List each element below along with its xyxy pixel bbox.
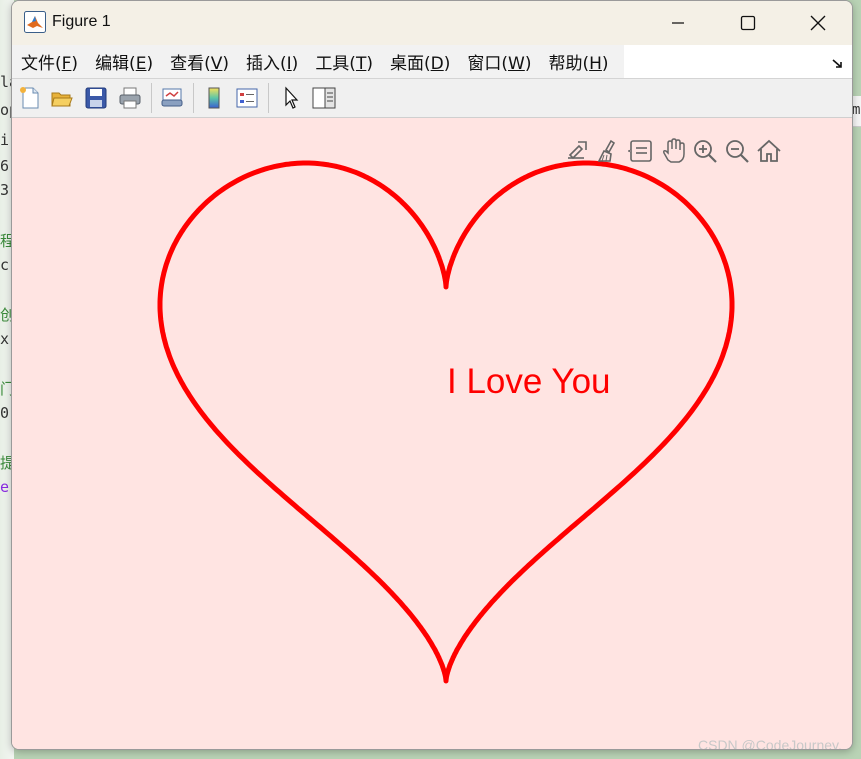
bg-text: m [852, 102, 861, 118]
window-title: Figure 1 [52, 13, 111, 30]
brush-icon[interactable] [594, 136, 624, 166]
link-plot-icon[interactable] [158, 84, 186, 112]
bg-text: e [0, 478, 10, 496]
matlab-logo-icon [24, 11, 46, 33]
colorbar-icon[interactable] [200, 84, 228, 112]
bg-text: 0 [0, 404, 10, 422]
toolbar-separator [151, 83, 152, 113]
menu-item-d[interactable]: 桌面(D) [381, 49, 458, 74]
bg-text: i [0, 131, 10, 149]
menu-item-w[interactable]: 窗口(W) [458, 49, 539, 74]
edit-plot-icon[interactable] [277, 84, 305, 112]
menu-list: 文件(F) 编辑(E) 查看(V) 插入(I) 工具(T) 桌面(D) 窗口(W) 帮助(H) [12, 45, 624, 78]
legend-icon[interactable] [233, 84, 261, 112]
property-inspector-icon[interactable] [310, 84, 338, 112]
export-icon[interactable] [562, 136, 592, 166]
watermark-text: CSDN @CodeJourney. [698, 737, 842, 750]
minimize-icon [672, 22, 684, 24]
title-bar[interactable]: Figure 1 [12, 1, 852, 45]
bg-text: x [0, 330, 10, 348]
zoom-in-icon[interactable] [690, 136, 720, 166]
menu-item-f[interactable]: 文件(F) [12, 49, 86, 74]
open-file-icon[interactable] [48, 84, 76, 112]
close-icon [810, 15, 826, 31]
heart-curve [157, 160, 735, 684]
plot-annotation-text: I Love You [447, 362, 611, 401]
menu-item-i[interactable]: 插入(I) [237, 49, 306, 74]
menu-bar: 文件(F) 编辑(E) 查看(V) 插入(I) 工具(T) 桌面(D) 窗口(W) 帮助(H) [12, 45, 852, 79]
axes-toolbar [562, 136, 784, 166]
maximize-icon [740, 15, 756, 31]
bg-text: 6 [0, 157, 10, 175]
new-figure-icon[interactable] [16, 84, 44, 112]
menu-item-t[interactable]: 工具(T) [306, 49, 381, 74]
minimize-button[interactable] [643, 1, 713, 45]
toolbar-separator [268, 83, 269, 113]
bg-text: 3 [0, 181, 10, 199]
figure-canvas[interactable]: I Love You CSDN @CodeJourney. [12, 118, 852, 749]
home-icon[interactable] [754, 136, 784, 166]
figure-toolbar [12, 79, 852, 118]
heart-plot [157, 160, 735, 684]
pan-icon[interactable] [658, 136, 688, 166]
print-icon[interactable] [116, 84, 144, 112]
menu-expand-icon[interactable] [832, 55, 844, 74]
figure-window: Figure 1 文件(F) 编辑(E) 查看(V) 插入(I) 工具(T) 桌面(D) 窗… [11, 0, 853, 750]
save-icon[interactable] [82, 84, 110, 112]
menu-item-h[interactable]: 帮助(H) [539, 49, 616, 74]
background-editor-edge: m [852, 96, 861, 127]
bg-text: c [0, 256, 10, 274]
close-button[interactable] [783, 1, 852, 45]
toolbar-separator [193, 83, 194, 113]
zoom-out-icon[interactable] [722, 136, 752, 166]
maximize-button[interactable] [713, 1, 783, 45]
data-tips-icon[interactable] [626, 136, 656, 166]
menu-item-v[interactable]: 查看(V) [161, 49, 237, 74]
menu-item-e[interactable]: 编辑(E) [86, 49, 161, 74]
